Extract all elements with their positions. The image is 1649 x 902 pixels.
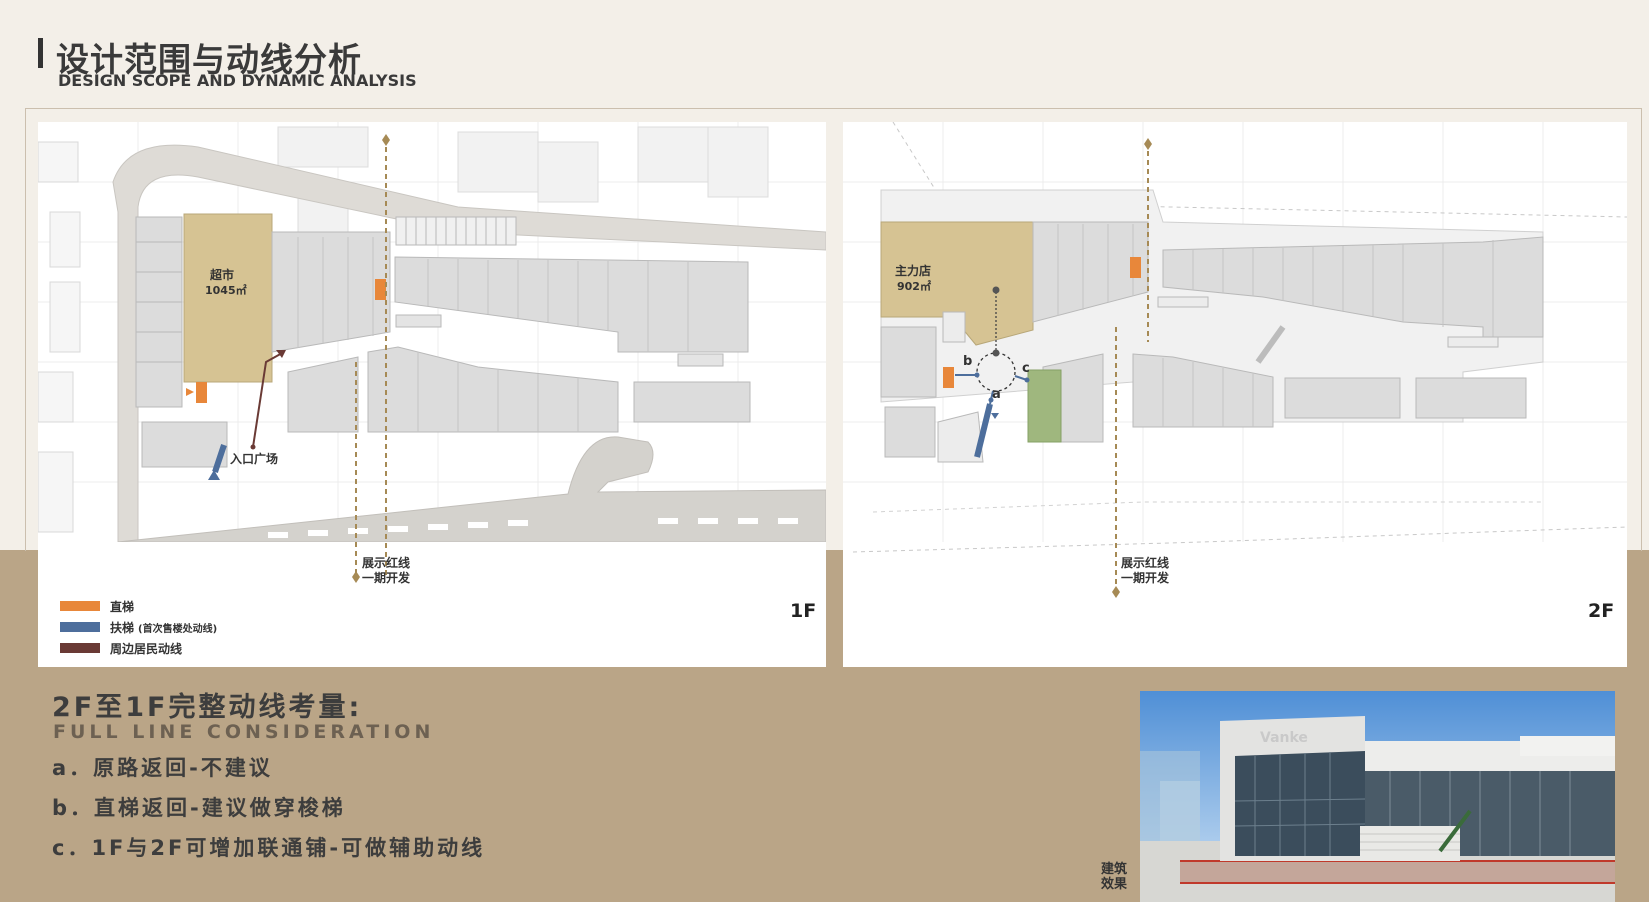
analysis-heading-en: FULL LINE CONSIDERATION xyxy=(53,721,435,743)
route-point-c: c xyxy=(1022,361,1030,376)
entrance-plaza-label: 入口广场 xyxy=(230,452,279,466)
phase-label-1f: 一期开发 xyxy=(362,571,411,585)
render-caption: 建筑效果 xyxy=(1101,862,1128,892)
title-accent-bar xyxy=(38,38,43,68)
analysis-heading: 2F至1F完整动线考量: xyxy=(52,692,363,723)
legend-note-escalator: (首次售楼处动线) xyxy=(138,624,218,635)
supermarket-area: 1045㎡ xyxy=(205,284,247,297)
option-a: a．原路返回-不建议 xyxy=(52,756,273,780)
anchor-store-area: 902㎡ xyxy=(897,280,931,293)
plan-2f-drawing xyxy=(843,122,1627,598)
legend-swatch-elevator xyxy=(60,601,100,611)
plan-2f-panel: 主力店 902㎡ b c a 展示红线 一期开发 2F xyxy=(843,122,1627,667)
legend-swatch-resident-flow xyxy=(60,643,100,653)
route-point-a: a xyxy=(992,387,1001,402)
phase-label-2f: 一期开发 xyxy=(1121,571,1170,585)
supermarket-label: 超市 xyxy=(210,268,235,282)
architecture-render: Vanke xyxy=(1140,691,1615,902)
route-point-b: b xyxy=(963,354,973,369)
option-b: b．直梯返回-建议做穿梭梯 xyxy=(52,796,346,820)
legend-label-escalator: 扶梯 xyxy=(110,621,135,635)
anchor-store-label: 主力店 xyxy=(895,264,932,278)
plan-1f-drawing xyxy=(38,122,826,667)
floor-label-2f: 2F xyxy=(1588,600,1615,622)
render-drawing xyxy=(1140,691,1615,902)
option-c: c．1F与2F可增加联通铺-可做辅助动线 xyxy=(52,836,486,860)
plan-1f-panel: 超市 1045㎡ 入口广场 展示红线 一期开发 1F xyxy=(38,122,826,667)
legend-label-resident-flow: 周边居民动线 xyxy=(110,642,183,656)
floor-label-1f: 1F xyxy=(790,600,817,622)
legend-swatch-escalator xyxy=(60,622,100,632)
legend-label-elevator: 直梯 xyxy=(110,600,135,614)
render-logo-text: Vanke xyxy=(1260,730,1308,746)
page-subtitle: DESIGN SCOPE AND DYNAMIC ANALYSIS xyxy=(58,71,417,90)
